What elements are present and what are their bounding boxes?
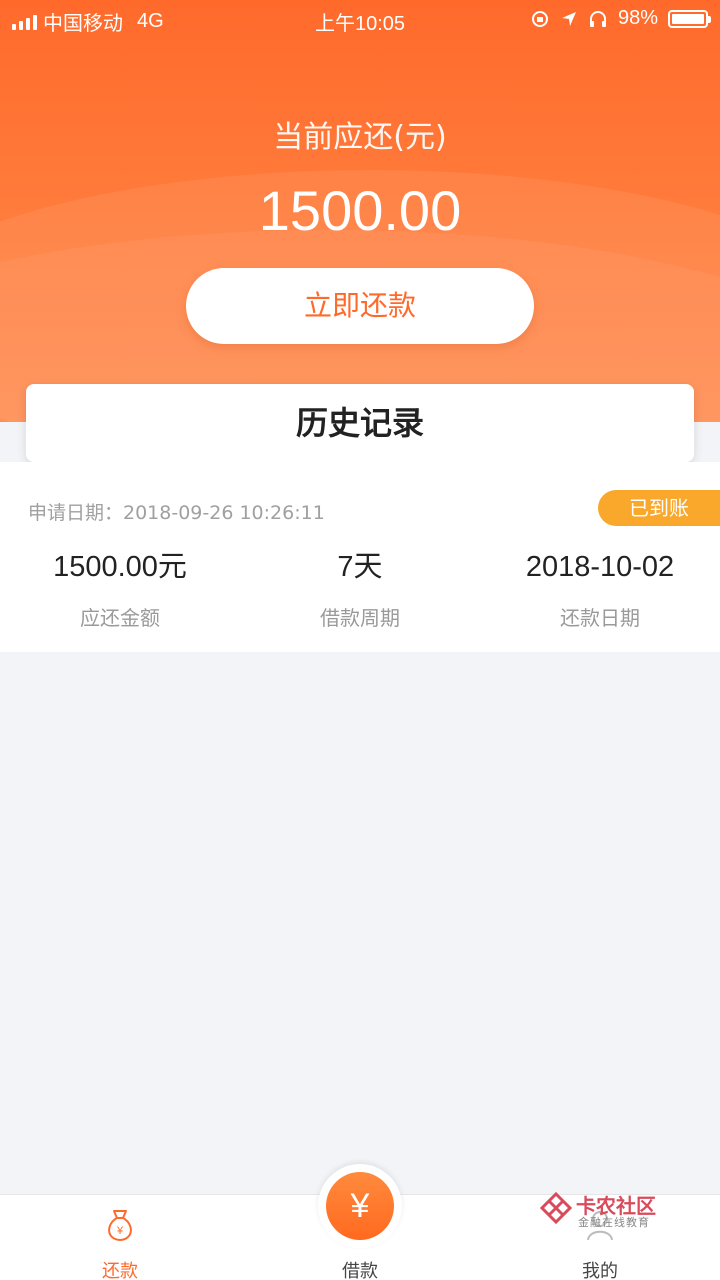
watermark-subtitle: 金融在线教育: [578, 1216, 650, 1229]
amount-column: 1500.00元 应还金额: [0, 548, 240, 631]
watermark: 卡农社区 金融在线教育: [538, 1190, 668, 1234]
battery-percent: 98%: [617, 7, 658, 29]
tab-label: 借款: [342, 1261, 378, 1280]
yuan-icon[interactable]: ¥: [326, 1172, 394, 1240]
due-date-label: 还款日期: [560, 606, 640, 630]
due-amount: 1500.00: [258, 179, 462, 242]
svg-text:¥: ¥: [116, 1225, 124, 1237]
amount-value: 1500.00元: [53, 551, 187, 583]
status-right: 98%: [530, 7, 711, 30]
period-value: 7天: [337, 551, 383, 583]
header-banner: 中国移动 4G 上午10:05 98% 当前应还(元) 1500.00 立即还款: [0, 0, 720, 422]
amount-label: 应还金额: [80, 606, 160, 630]
due-title: 当前应还(元): [273, 120, 447, 155]
due-date-value: 2018-10-02: [525, 551, 675, 583]
status-bar: 中国移动 4G 上午10:05 98%: [0, 0, 720, 38]
watermark-logo-icon: [539, 1191, 573, 1225]
apply-date: 申请日期：2018-09-26 10:26:11: [28, 502, 325, 524]
period-label: 借款周期: [320, 606, 400, 630]
tab-label: 我的: [582, 1261, 618, 1280]
borrow-center-button[interactable]: ¥: [318, 1164, 402, 1248]
loan-record[interactable]: 申请日期：2018-09-26 10:26:11 已到账 1500.00元 应还…: [0, 462, 720, 652]
tab-repay[interactable]: ¥ 还款: [0, 1195, 240, 1280]
headphones-icon: [589, 10, 606, 27]
repay-now-button[interactable]: 立即还款: [186, 268, 534, 344]
period-column: 7天 借款周期: [240, 548, 480, 631]
tab-label: 还款: [102, 1261, 138, 1280]
orientation-lock-icon: [531, 10, 548, 27]
due-date-column: 2018-10-02 还款日期: [480, 548, 720, 631]
status-badge: 已到账: [598, 490, 720, 526]
history-header[interactable]: 历史记录: [26, 384, 694, 462]
location-icon: [561, 11, 576, 26]
money-bag-icon: ¥: [108, 1210, 132, 1242]
battery-icon: [668, 9, 711, 28]
